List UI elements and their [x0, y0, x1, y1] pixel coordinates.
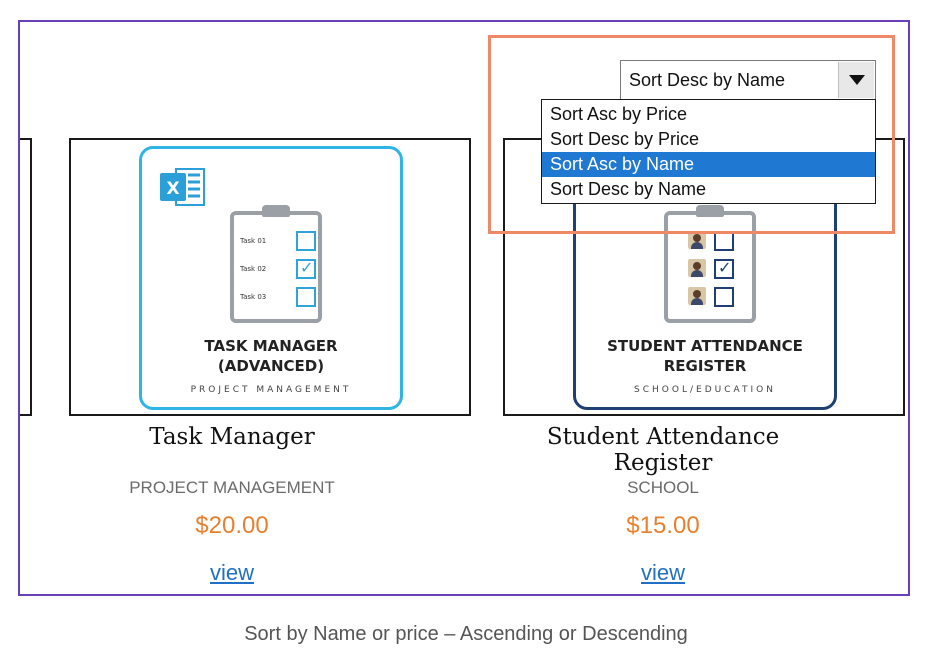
sort-option-desc-name[interactable]: Sort Desc by Name — [542, 177, 875, 202]
task-label: Task 03 — [240, 293, 267, 301]
chevron-down-icon — [849, 75, 865, 85]
student-avatar-icon — [688, 259, 706, 277]
student-avatar-icon — [688, 287, 706, 305]
checkbox-icon — [296, 287, 316, 307]
checkbox-icon — [714, 287, 734, 307]
checkbox-icon — [714, 231, 734, 251]
task-label: Task 02 — [240, 265, 267, 273]
sort-option-desc-price[interactable]: Sort Desc by Price — [542, 127, 875, 152]
thumb-subtitle: SCHOOL/EDUCATION — [634, 385, 776, 395]
task-row: Task 01 — [240, 231, 316, 253]
task-row: Task 02 — [240, 258, 316, 281]
excel-icon: X — [160, 168, 205, 206]
product-card-task-manager[interactable]: X Task 01 Task 02 Task 03 TASK MANAGER (… — [69, 138, 471, 416]
sort-option-asc-price[interactable]: Sort Asc by Price — [542, 102, 875, 127]
dropdown-toggle-button[interactable] — [838, 62, 874, 98]
checkbox-checked-icon — [296, 258, 316, 279]
clip-icon — [262, 205, 290, 217]
checkbox-checked-icon — [714, 258, 734, 279]
task-label: Task 01 — [240, 237, 267, 245]
thumb-title-line2: (ADVANCED) — [217, 357, 325, 375]
product-category: PROJECT MANAGEMENT — [129, 478, 335, 497]
clipboard-icon: Task 01 Task 02 Task 03 — [230, 205, 322, 323]
attendance-row — [674, 287, 750, 309]
attendance-row — [674, 231, 750, 253]
sort-options-list: Sort Asc by Price Sort Desc by Price Sor… — [541, 99, 876, 204]
thumb-title-line1: TASK MANAGER — [204, 337, 338, 355]
svg-text:X: X — [166, 179, 179, 199]
sort-selected-value: Sort Desc by Name — [629, 70, 786, 90]
thumb-title-line2: REGISTER — [663, 357, 747, 375]
view-link[interactable]: view — [503, 560, 823, 586]
product-thumbnail[interactable]: X Task 01 Task 02 Task 03 TASK MANAGER (… — [139, 146, 403, 410]
sort-select[interactable]: Sort Desc by Name — [620, 60, 876, 100]
thumb-subtitle: PROJECT MANAGEMENT — [190, 385, 352, 395]
partial-product-card — [20, 138, 32, 416]
product-name[interactable]: Task Manager — [69, 424, 395, 450]
checkbox-icon — [296, 231, 316, 251]
thumb-title-line1: STUDENT ATTENDANCE — [607, 337, 803, 355]
attendance-row — [674, 258, 750, 281]
product-category: SCHOOL — [627, 478, 699, 497]
view-link[interactable]: view — [69, 560, 395, 586]
product-price: $20.00 — [195, 512, 269, 539]
figure-caption: Sort by Name or price – Ascending or Des… — [244, 623, 688, 645]
product-price: $15.00 — [626, 512, 700, 539]
task-row: Task 03 — [240, 287, 316, 309]
sort-option-asc-name[interactable]: Sort Asc by Name — [542, 152, 875, 177]
product-name[interactable]: Student Attendance Register — [503, 424, 823, 476]
